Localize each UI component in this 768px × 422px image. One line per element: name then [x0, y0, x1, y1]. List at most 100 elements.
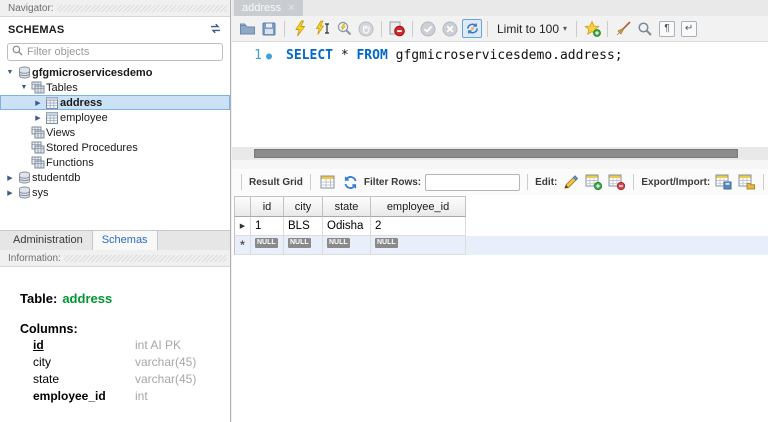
chevron-down-icon[interactable]: ▾: [563, 24, 567, 33]
tree-item-views[interactable]: Views: [0, 125, 230, 140]
edit-pencil-icon[interactable]: [561, 173, 580, 191]
tree-item-address[interactable]: ▶ address: [0, 95, 230, 110]
explain-button[interactable]: [334, 19, 354, 39]
tree-item-label: employee: [60, 111, 108, 124]
database-icon: [16, 171, 32, 184]
sql-code-editor[interactable]: 1 ● SELECT * FROM gfgmicroservicesdemo.a…: [232, 42, 768, 147]
grid-cell[interactable]: NULL: [371, 236, 466, 255]
limit-dropdown[interactable]: Limit to 100 ▾: [493, 22, 571, 36]
tree-right-arrow-icon[interactable]: ▶: [4, 174, 16, 182]
tree-down-arrow-icon[interactable]: ▼: [18, 84, 30, 91]
grid-cell[interactable]: Odisha: [323, 217, 371, 236]
schema-filter[interactable]: [7, 43, 223, 61]
schema-sync-icon[interactable]: [209, 21, 222, 39]
tables-icon: [30, 141, 46, 154]
schemas-section: SCHEMAS ▼gfgmicroservicesdemo▼Tables▶add…: [0, 17, 230, 230]
tree-item-stored-procedures[interactable]: Stored Procedures: [0, 140, 230, 155]
grid-cell[interactable]: 1: [251, 217, 284, 236]
save-snippet-button[interactable]: [582, 19, 602, 39]
tree-down-arrow-icon[interactable]: ▼: [4, 69, 16, 76]
tab-administration[interactable]: Administration: [4, 231, 92, 250]
open-script-button[interactable]: [237, 19, 257, 39]
null-badge: NULL: [327, 238, 350, 248]
info-column-type: varchar(45): [135, 371, 197, 386]
find-button[interactable]: [635, 19, 655, 39]
tab-address[interactable]: address ×: [234, 0, 303, 16]
info-column-type: int: [135, 388, 148, 403]
database-icon: [16, 66, 32, 79]
tables-icon: [30, 156, 46, 169]
schema-filter-input[interactable]: [27, 46, 218, 58]
sql-code[interactable]: SELECT * FROM gfgmicroservicesdemo.addre…: [286, 48, 623, 63]
grid-column-header-city[interactable]: city: [284, 196, 323, 217]
tree-right-arrow-icon[interactable]: ▶: [4, 189, 16, 197]
toggle-stop-on-error-button[interactable]: [387, 19, 407, 39]
tab-schemas[interactable]: Schemas: [91, 231, 158, 250]
editor-tab-bar: address ×: [232, 0, 768, 16]
import-icon[interactable]: [737, 173, 756, 191]
wrap-text-button[interactable]: ↵: [679, 19, 699, 39]
tree-item-label: Tables: [46, 81, 78, 94]
grid-cell[interactable]: 2: [371, 217, 466, 236]
tree-item-studentdb[interactable]: ▶ studentdb: [0, 170, 230, 185]
tree-item-label: Stored Procedures: [46, 141, 138, 154]
close-tab-icon[interactable]: ×: [288, 2, 294, 14]
grid-column-header-id[interactable]: id: [251, 196, 284, 217]
tree-item-employee[interactable]: ▶ employee: [0, 110, 230, 125]
info-column-row: id int AI PK: [0, 336, 230, 353]
search-icon: [12, 43, 23, 61]
database-icon: [16, 186, 32, 199]
save-script-button[interactable]: [259, 19, 279, 39]
tree-right-arrow-icon[interactable]: ▶: [32, 99, 44, 107]
navigator-title: Navigator:: [8, 2, 54, 14]
filter-rows-input[interactable]: [425, 173, 521, 191]
grid-column-header-employee_id[interactable]: employee_id: [371, 196, 466, 217]
toolbar-separator: [763, 174, 765, 190]
rollback-button: [440, 19, 460, 39]
row-marker: *: [234, 236, 251, 255]
info-columns-label: Columns:: [20, 322, 78, 336]
tree-item-functions[interactable]: Functions: [0, 155, 230, 170]
toolbar-separator: [487, 20, 488, 37]
edit-label: Edit:: [535, 176, 558, 188]
info-column-name: city: [33, 354, 51, 369]
sql-token-keyword: SELECT: [286, 48, 333, 63]
grid-cell[interactable]: NULL: [251, 236, 284, 255]
table-icon: [44, 111, 60, 124]
grid-corner-cell: [234, 196, 251, 217]
grid-column-header-state[interactable]: state: [323, 196, 371, 217]
refresh-icon[interactable]: [341, 173, 360, 191]
tree-item-label: sys: [32, 186, 49, 199]
grid-cell[interactable]: BLS: [284, 217, 323, 236]
insert-row-icon[interactable]: [584, 173, 603, 191]
grid-cell[interactable]: NULL: [323, 236, 371, 255]
toggle-autocommit-button[interactable]: [462, 19, 482, 38]
navigator-bottom-tabs: Administration Schemas: [0, 230, 230, 250]
delete-row-icon[interactable]: [607, 173, 626, 191]
result-grid-rows: ▶ 1 BLS Odisha 2 * NULL NULL NULL NULL: [234, 217, 768, 255]
commit-button: [418, 19, 438, 39]
editor-hscrollbar-thumb[interactable]: [254, 149, 738, 158]
result-grid-toolbar: Result Grid Filter Rows: Edit: Export/Im…: [232, 169, 768, 195]
editor-hscrollbar[interactable]: [232, 147, 768, 160]
toolbar-separator: [241, 174, 242, 190]
toolbar-separator: [607, 20, 609, 37]
toolbar-separator: [284, 20, 285, 37]
grid-view-icon[interactable]: [318, 173, 337, 191]
tree-item-gfgmicroservicesdemo[interactable]: ▼ gfgmicroservicesdemo: [0, 65, 230, 80]
tree-item-sys[interactable]: ▶ sys: [0, 185, 230, 200]
filter-rows-label: Filter Rows:: [363, 176, 422, 188]
tree-item-label: address: [60, 96, 103, 109]
show-invisibles-button[interactable]: ¶: [657, 19, 677, 39]
tables-icon: [30, 126, 46, 139]
grid-cell[interactable]: NULL: [284, 236, 323, 255]
tree-item-tables[interactable]: ▼ Tables: [0, 80, 230, 95]
beautify-button[interactable]: [613, 19, 633, 39]
tree-right-arrow-icon[interactable]: ▶: [32, 114, 44, 122]
tree-item-label: gfgmicroservicesdemo: [32, 66, 153, 79]
execute-button[interactable]: [290, 19, 310, 39]
export-icon[interactable]: [714, 173, 733, 191]
execute-current-statement-button[interactable]: [312, 19, 332, 39]
navigator-header: Navigator:: [0, 0, 230, 17]
grid-row: ▶ 1 BLS Odisha 2: [234, 217, 768, 236]
